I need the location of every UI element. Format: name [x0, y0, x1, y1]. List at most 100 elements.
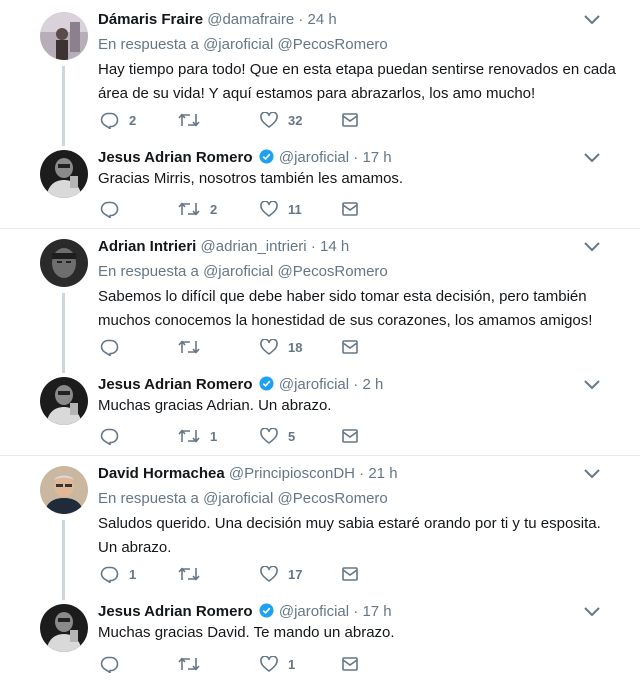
user-handle[interactable]: @damafraire — [207, 11, 294, 28]
timestamp[interactable]: 2 h — [362, 376, 383, 393]
avatar[interactable] — [40, 377, 88, 425]
retweet-button[interactable] — [178, 110, 210, 130]
like-count: 32 — [288, 112, 303, 128]
thread-separator — [0, 455, 640, 456]
verified-badge-icon — [259, 603, 274, 618]
retweet-icon — [178, 340, 200, 354]
tweet-text: Saludos querido. Una decisión muy sabia … — [98, 515, 601, 556]
direct-message-button[interactable] — [342, 564, 358, 584]
reply-button[interactable] — [100, 337, 129, 357]
reply-icon — [100, 112, 119, 129]
separator-dot: · — [353, 603, 359, 620]
retweet-button[interactable] — [178, 654, 210, 674]
user-handle[interactable]: @PrincipiosconDH — [229, 465, 355, 482]
like-button[interactable]: 17 — [260, 564, 302, 584]
reply-button[interactable]: 2 — [100, 110, 136, 130]
user-handle[interactable]: @adrian_intrieri — [201, 238, 307, 255]
chevron-down-icon[interactable] — [583, 468, 601, 480]
tweet-actions: 2 11 — [98, 199, 378, 219]
chevron-down-icon[interactable] — [583, 379, 601, 391]
thread-connector — [62, 520, 65, 600]
retweet-button[interactable]: 2 — [178, 199, 217, 219]
like-count: 17 — [288, 566, 303, 582]
tweet-actions: 1 17 — [98, 564, 378, 584]
user-handle[interactable]: @jaroficial — [279, 376, 349, 393]
tweet-header: David Hormachea @PrincipiosconDH · 21 h — [98, 465, 398, 483]
chevron-down-icon[interactable] — [583, 14, 601, 26]
tweet-actions: 1 — [98, 654, 378, 674]
tweet-actions: 2 32 — [98, 110, 378, 130]
chevron-down-icon[interactable] — [583, 241, 601, 253]
reply-users-link[interactable]: @jaroficial @PecosRomero — [203, 36, 388, 53]
retweet-icon — [178, 113, 200, 127]
reply-prefix: En respuesta a — [98, 490, 199, 507]
display-name[interactable]: Jesus Adrian Romero — [98, 376, 253, 393]
reply-button[interactable] — [100, 654, 129, 674]
retweet-button[interactable] — [178, 564, 210, 584]
display-name[interactable]: Jesus Adrian Romero — [98, 149, 253, 166]
retweet-button[interactable] — [178, 337, 210, 357]
reply-icon — [100, 201, 119, 218]
user-handle[interactable]: @jaroficial — [279, 149, 349, 166]
envelope-icon — [342, 657, 358, 671]
envelope-icon — [342, 340, 358, 354]
avatar[interactable] — [40, 150, 88, 198]
avatar[interactable] — [40, 466, 88, 514]
separator-dot: · — [353, 376, 359, 393]
tweet-header: Jesus Adrian Romero @jaroficial · 2 h — [98, 376, 383, 394]
timestamp[interactable]: 17 h — [362, 603, 391, 620]
envelope-icon — [342, 113, 358, 127]
avatar[interactable] — [40, 12, 88, 60]
reply-button[interactable] — [100, 199, 129, 219]
retweet-count: 1 — [210, 428, 218, 444]
timestamp[interactable]: 24 h — [308, 11, 337, 28]
display-name[interactable]: Adrian Intrieri — [98, 238, 196, 255]
display-name[interactable]: Jesus Adrian Romero — [98, 603, 253, 620]
like-button[interactable]: 5 — [260, 426, 295, 446]
retweet-button[interactable]: 1 — [178, 426, 217, 446]
chevron-down-icon[interactable] — [583, 606, 601, 618]
tweet-header: Jesus Adrian Romero @jaroficial · 17 h — [98, 149, 392, 167]
chevron-down-icon[interactable] — [583, 152, 601, 164]
retweet-icon — [178, 429, 200, 443]
tweet-text: Muchas gracias David. Te mando un abrazo… — [98, 624, 395, 641]
reply-button[interactable]: 1 — [100, 564, 136, 584]
timestamp[interactable]: 14 h — [320, 238, 349, 255]
reply-count: 1 — [129, 566, 137, 582]
envelope-icon — [342, 567, 358, 581]
like-count: 18 — [288, 339, 303, 355]
avatar[interactable] — [40, 604, 88, 652]
reply-users-link[interactable]: @jaroficial @PecosRomero — [203, 263, 388, 280]
like-button[interactable]: 11 — [260, 199, 302, 219]
direct-message-button[interactable] — [342, 654, 358, 674]
reply-prefix: En respuesta a — [98, 263, 199, 280]
direct-message-button[interactable] — [342, 110, 358, 130]
direct-message-button[interactable] — [342, 199, 358, 219]
timestamp[interactable]: 21 h — [368, 465, 397, 482]
reply-context: En respuesta a @jaroficial @PecosRomero — [98, 36, 388, 54]
avatar[interactable] — [40, 239, 88, 287]
user-handle[interactable]: @jaroficial — [279, 603, 349, 620]
like-count: 1 — [288, 656, 296, 672]
heart-icon — [260, 201, 278, 217]
tweet-actions: 1 5 — [98, 426, 378, 446]
tweet-text: Gracias Mirris, nosotros también les ama… — [98, 170, 404, 187]
tweet-text: Hay tiempo para todo! Que en esta etapa … — [98, 61, 616, 102]
display-name[interactable]: David Hormachea — [98, 465, 225, 482]
reply-count: 2 — [129, 112, 137, 128]
display-name[interactable]: Dámaris Fraire — [98, 11, 203, 28]
heart-icon — [260, 112, 278, 128]
reply-button[interactable] — [100, 426, 129, 446]
reply-users-link[interactable]: @jaroficial @PecosRomero — [203, 490, 388, 507]
direct-message-button[interactable] — [342, 426, 358, 446]
like-button[interactable]: 1 — [260, 654, 295, 674]
reply-context: En respuesta a @jaroficial @PecosRomero — [98, 490, 388, 508]
timestamp[interactable]: 17 h — [362, 149, 391, 166]
retweet-count: 2 — [210, 201, 218, 217]
separator-dot: · — [353, 149, 359, 166]
like-button[interactable]: 18 — [260, 337, 302, 357]
direct-message-button[interactable] — [342, 337, 358, 357]
like-button[interactable]: 32 — [260, 110, 302, 130]
like-count: 11 — [288, 201, 302, 217]
retweet-icon — [178, 657, 200, 671]
